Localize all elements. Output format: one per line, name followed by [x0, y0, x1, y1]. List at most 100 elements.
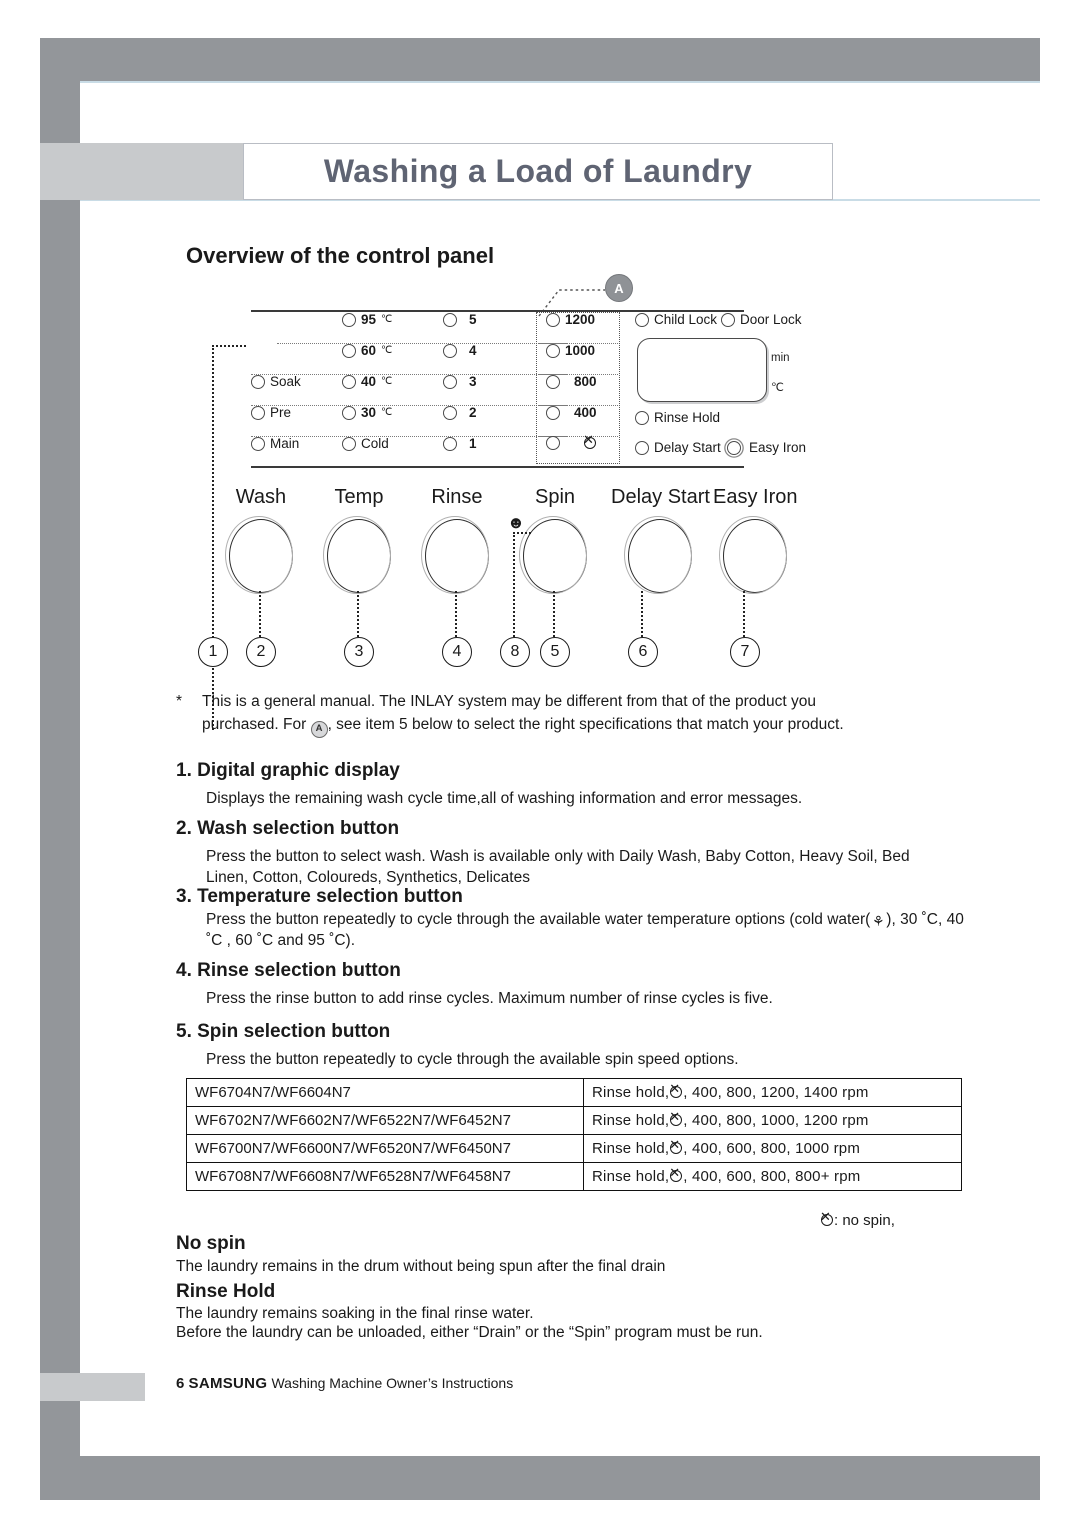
title-band: [40, 143, 244, 200]
cell-models: WF6708N7/WF6608N7/WF6528N7/WF6458N7: [186, 1162, 584, 1191]
lamp-soak[interactable]: Soak: [251, 374, 301, 389]
lamp-label: 400: [574, 405, 597, 420]
display-unit-celsius: ℃: [771, 382, 784, 394]
dial-label: Delay Start: [611, 486, 710, 508]
speeds-prefix: Rinse hold,: [592, 1112, 670, 1129]
radio-icon: [727, 440, 741, 455]
lamp-label: Easy Iron: [749, 440, 807, 455]
item-body-3: Press the button repeatedly to cycle thr…: [206, 910, 966, 952]
lamp-temp-cold[interactable]: Cold: [342, 436, 389, 451]
callout-number-3: 3: [344, 637, 374, 667]
dial-label: Easy Iron: [713, 486, 798, 508]
speeds-prefix: Rinse hold,: [592, 1168, 670, 1185]
radio-icon: [251, 374, 265, 389]
baby-face-icon: ☻: [507, 513, 525, 532]
table-row: WF6708N7/WF6608N7/WF6528N7/WF6458N7 Rins…: [186, 1162, 962, 1191]
callout-a-marker: A: [605, 274, 633, 302]
lamp-rinse-5[interactable]: 5: [443, 312, 477, 327]
panel-rule-bottom: [251, 466, 744, 468]
dial-wash[interactable]: Wash: [225, 486, 293, 594]
lamp-spin-1200[interactable]: 1200: [546, 312, 595, 327]
dial-knob[interactable]: [624, 516, 693, 594]
lamp-rinse-hold[interactable]: Rinse Hold: [635, 410, 720, 425]
dial-temp[interactable]: Temp: [323, 486, 391, 594]
control-dials-row: Wash Temp Rinse Spin Delay Start Easy Ir…: [198, 486, 798, 680]
item-title-5: 5. Spin selection button: [176, 1021, 391, 1042]
lamp-easy-iron[interactable]: Easy Iron: [727, 440, 806, 455]
leader-7: [743, 591, 745, 637]
lamp-label: 1200: [565, 312, 596, 327]
degree-unit: ℃: [381, 376, 393, 387]
lamp-temp-95[interactable]: 95 ℃: [342, 312, 392, 327]
lamp-pre[interactable]: Pre: [251, 405, 291, 420]
dial-rinse[interactable]: Rinse: [421, 486, 489, 594]
dial-easy-iron[interactable]: Easy Iron: [713, 486, 798, 594]
display-leader-line-horizontal: [212, 345, 246, 347]
dial-knob[interactable]: [323, 516, 391, 594]
lamp-label: 95: [361, 312, 377, 327]
lamp-rinse-2[interactable]: 2: [443, 405, 477, 420]
lamp-main[interactable]: Main: [251, 436, 299, 451]
lamp-door-lock[interactable]: Door Lock: [721, 312, 802, 327]
radio-icon: [342, 436, 356, 451]
radio-icon: [721, 312, 735, 327]
inline-a-badge: A: [310, 720, 328, 738]
no-spin-icon: [669, 1138, 683, 1155]
lamp-temp-60[interactable]: 60 ℃: [342, 343, 392, 358]
lamp-spin-no-spin[interactable]: [546, 433, 597, 450]
dial-knob[interactable]: [421, 516, 489, 594]
lamp-label: 60: [361, 343, 377, 358]
footer-brand: SAMSUNG: [188, 1375, 268, 1392]
subsection-title-no-spin: No spin: [176, 1233, 246, 1254]
leader-3: [357, 591, 359, 637]
lamp-label: 1: [469, 436, 477, 451]
radio-icon: [251, 405, 265, 420]
lamp-label: Delay Start: [654, 440, 721, 455]
leader-5: [553, 591, 555, 637]
no-spin-icon: [669, 1166, 683, 1183]
lamp-child-lock[interactable]: Child Lock: [635, 312, 717, 327]
lamp-rinse-1[interactable]: 1: [443, 436, 477, 451]
lamp-spin-400[interactable]: 400: [546, 405, 597, 420]
callout-number-7: 7: [730, 637, 760, 667]
lamp-spin-800[interactable]: 800: [546, 374, 597, 389]
frame-bottom-bar: [40, 1456, 1040, 1500]
lamp-label: 2: [469, 405, 477, 420]
radio-icon: [443, 312, 457, 327]
speeds-values: , 400, 800, 1000, 1200 rpm: [683, 1112, 869, 1129]
item-body-3-pre: Press the button repeatedly to cycle thr…: [206, 911, 871, 928]
lamp-label: 30: [361, 405, 377, 420]
degree-unit: ℃: [381, 314, 393, 325]
radio-icon: [546, 343, 560, 358]
dial-label: Rinse: [431, 486, 483, 508]
note-line-2-pre: purchased. For: [202, 716, 311, 734]
subsection-title-rinse-hold: Rinse Hold: [176, 1281, 276, 1302]
radio-icon: [342, 374, 356, 389]
lamp-rinse-4[interactable]: 4: [443, 343, 477, 358]
lamp-temp-30[interactable]: 30 ℃: [342, 405, 392, 420]
radio-icon: [635, 440, 649, 455]
note-line-2-post: , see item 5 below to select the right s…: [327, 716, 844, 734]
lamp-temp-40[interactable]: 40 ℃: [342, 374, 392, 389]
lamp-delay-start[interactable]: Delay Start: [635, 440, 721, 455]
dial-spin[interactable]: Spin: [519, 486, 587, 594]
frame-left-bar-lower: [40, 200, 80, 1470]
cell-speeds: Rinse hold, , 400, 800, 1000, 1200 rpm: [583, 1106, 962, 1135]
radio-icon: [546, 374, 560, 389]
speeds-values: , 400, 600, 800, 800+ rpm: [683, 1168, 861, 1185]
radio-icon: [342, 343, 356, 358]
lamp-label: 1000: [565, 343, 596, 358]
item-body-2: Press the button to select wash. Wash is…: [206, 848, 910, 886]
lamp-rinse-3[interactable]: 3: [443, 374, 477, 389]
dial-knob[interactable]: [225, 516, 293, 594]
lamp-spin-1000[interactable]: 1000: [546, 343, 595, 358]
dial-delay-start[interactable]: Delay Start: [611, 486, 710, 594]
dial-knob[interactable]: [519, 516, 587, 594]
speeds-values: , 400, 800, 1200, 1400 rpm: [683, 1084, 869, 1101]
callout-number-2: 2: [246, 637, 276, 667]
no-spin-icon: [583, 433, 597, 450]
dial-knob[interactable]: [719, 516, 788, 594]
leader-8-horizontal: [513, 532, 531, 534]
display-unit-min: min: [771, 352, 790, 364]
radio-icon: [443, 374, 457, 389]
